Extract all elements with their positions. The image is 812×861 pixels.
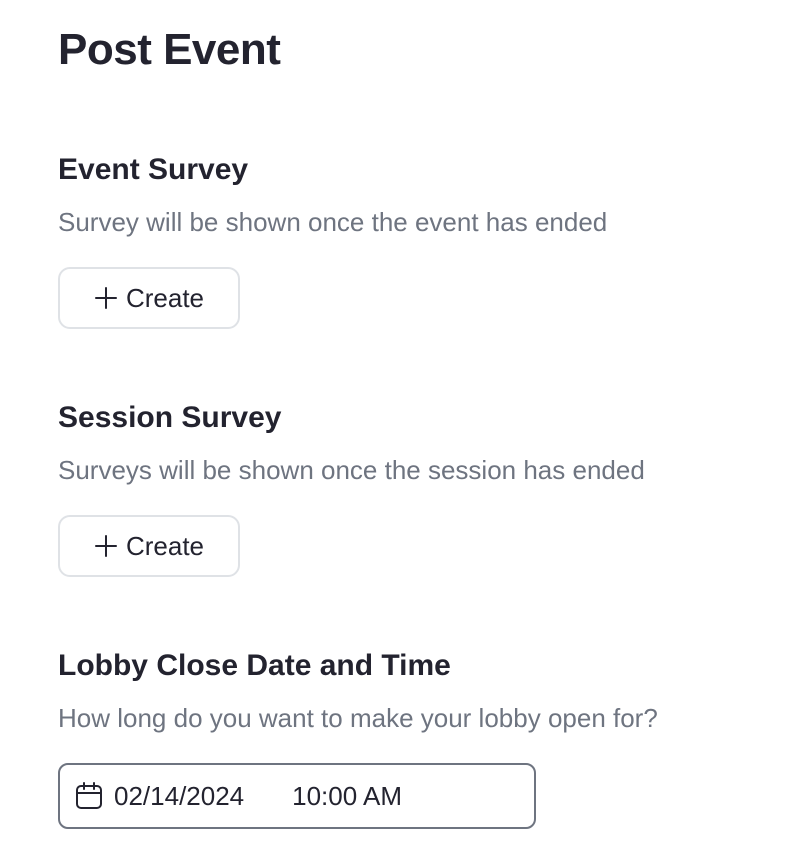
session-survey-create-label: Create: [125, 531, 205, 561]
plus-icon: [94, 535, 117, 557]
page-title: Post Event: [58, 25, 281, 74]
event-survey-description: Survey will be shown once the event has …: [58, 207, 608, 237]
calendar-icon: [76, 782, 102, 809]
event-survey-create-button[interactable]: Create: [58, 267, 240, 329]
session-survey-description: Surveys will be shown once the session h…: [58, 455, 645, 485]
plus-icon: [94, 287, 117, 309]
event-survey-title: Event Survey: [58, 153, 249, 186]
lobby-close-datetime-field[interactable]: 02/14/2024 10:00 AM: [58, 763, 536, 829]
lobby-close-description: How long do you want to make your lobby …: [58, 703, 658, 733]
session-survey-create-button[interactable]: Create: [58, 515, 240, 577]
event-survey-create-label: Create: [125, 283, 205, 313]
lobby-close-date[interactable]: 02/14/2024: [114, 780, 244, 812]
lobby-close-time[interactable]: 10:00 AM: [292, 780, 402, 812]
lobby-close-title: Lobby Close Date and Time: [58, 649, 451, 682]
session-survey-title: Session Survey: [58, 401, 282, 434]
